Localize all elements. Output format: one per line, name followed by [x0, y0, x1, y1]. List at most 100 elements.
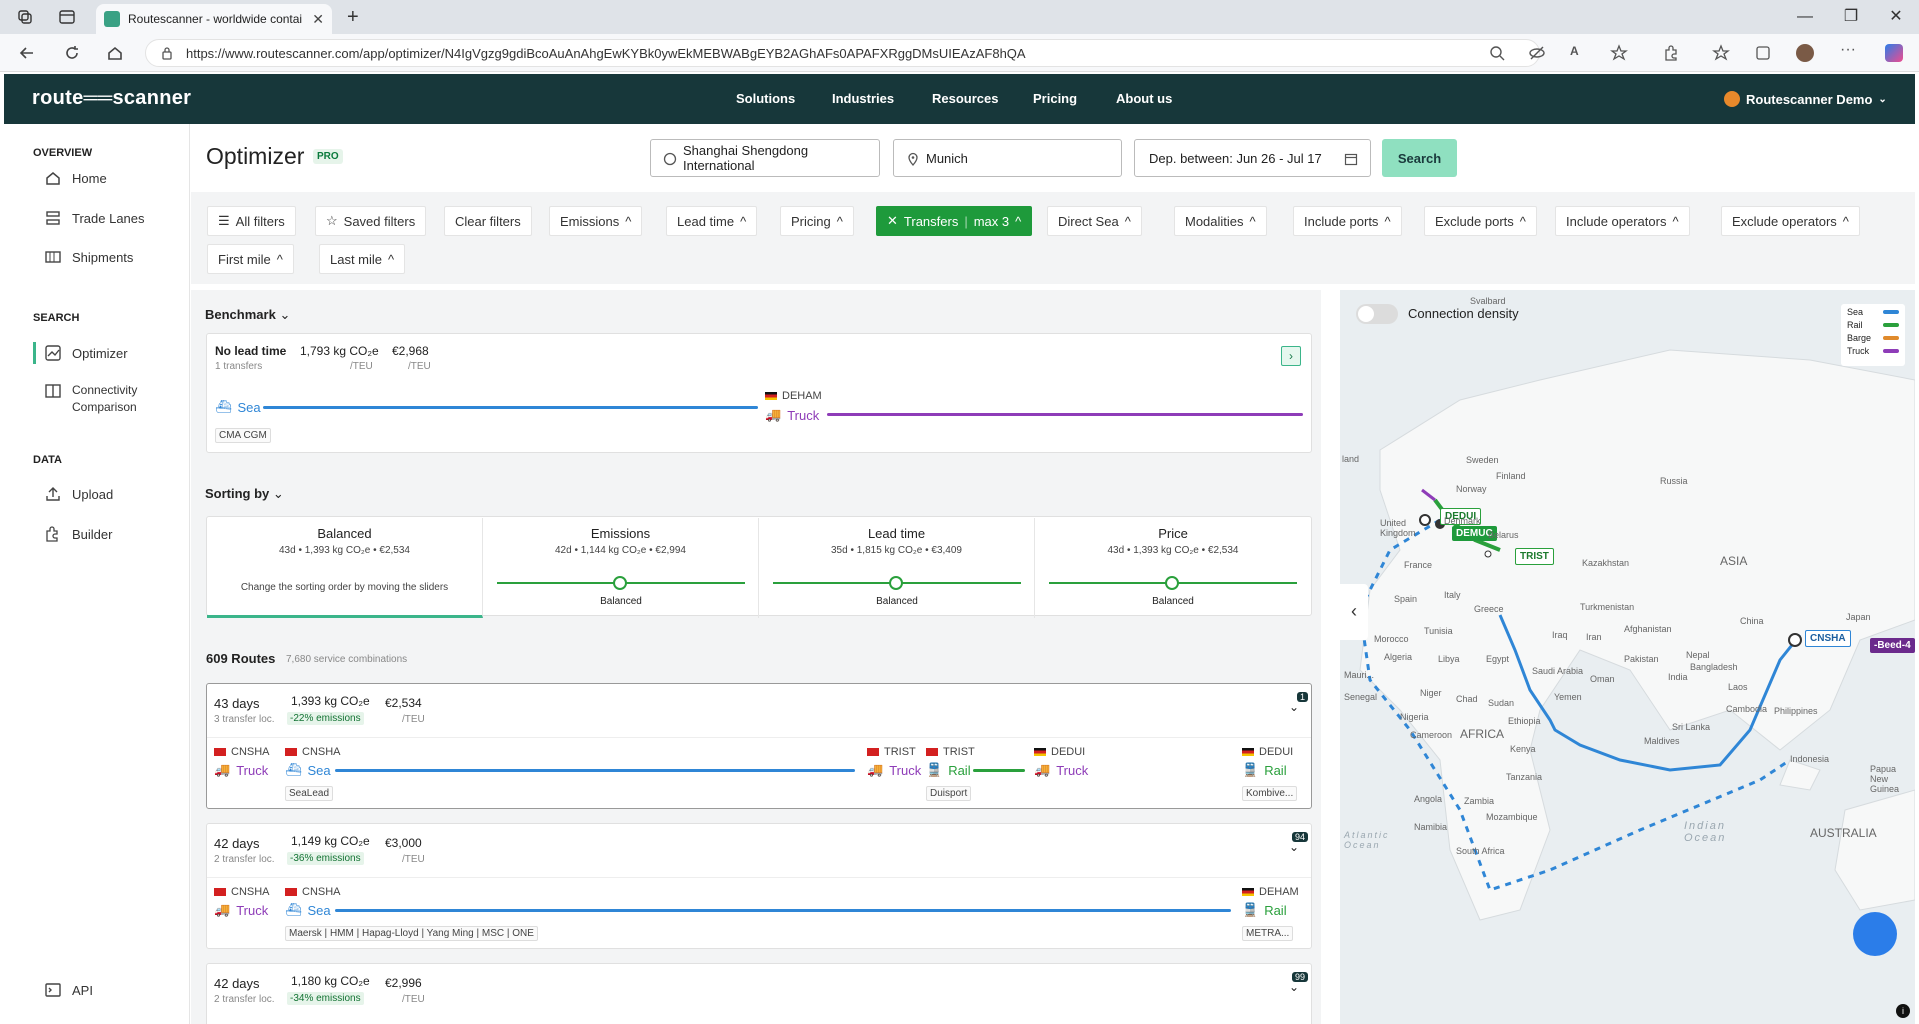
home-icon[interactable] [106, 44, 124, 62]
tracking-prevention-icon[interactable] [1528, 44, 1546, 62]
nav-pricing[interactable]: Pricing [1033, 91, 1077, 106]
saved-filters-button[interactable]: ☆ Saved filters [315, 206, 427, 236]
truck-icon: 🚚 [214, 902, 231, 917]
slider-handle[interactable] [889, 576, 903, 590]
benchmark-card[interactable]: No lead time 1 transfers 1,793 kg CO₂e /… [206, 333, 1312, 453]
chevron-down-icon[interactable]: ⌄ [1289, 980, 1299, 994]
sidebar-item-optimizer[interactable]: Optimizer [44, 344, 128, 362]
route-card[interactable]: 43 days 3 transfer loc. 1,393 kg CO₂e -2… [206, 683, 1312, 809]
include-ports-filter[interactable]: Include ports ^ [1293, 206, 1402, 236]
sidebar-item-builder[interactable]: Builder [44, 525, 112, 543]
leg-mode: Rail [1264, 762, 1287, 778]
routes-count: 609 Routes [206, 651, 276, 666]
nav-about-us[interactable]: About us [1116, 91, 1172, 106]
pin-cnsha[interactable]: CNSHA [1805, 630, 1851, 647]
restore-icon[interactable]: ❐ [1842, 8, 1860, 26]
sidebar-item-connectivity-comparison[interactable]: Connectivity Comparison [44, 382, 154, 416]
map-label: Bangladesh [1690, 662, 1738, 672]
truck-icon: 🚚 [867, 762, 884, 777]
chevron-down-icon[interactable]: ⌄ [1289, 840, 1299, 854]
connection-density-toggle[interactable] [1356, 304, 1398, 324]
sort-balanced[interactable]: Balanced 43d • 1,393 kg CO₂e • €2,534 Ch… [207, 518, 483, 618]
chevron-down-icon[interactable]: ⌄ [1289, 700, 1299, 714]
map-label: Nigeria [1400, 712, 1429, 722]
collapse-map-chevron-icon[interactable]: ‹ [1340, 584, 1368, 640]
sidebar-item-shipments[interactable]: Shipments [44, 248, 133, 266]
sidebar-item-home[interactable]: Home [44, 169, 107, 187]
route-card[interactable]: 42 days 2 transfer loc. 1,180 kg CO₂e -3… [206, 963, 1312, 1024]
sort-emissions[interactable]: Emissions 42d • 1,144 kg CO₂e • €2,994 B… [483, 518, 759, 618]
pricing-filter[interactable]: Pricing ^ [780, 206, 854, 236]
map-label: Zambia [1464, 796, 1495, 806]
exclude-ports-filter[interactable]: Exclude ports ^ [1424, 206, 1537, 236]
nav-resources[interactable]: Resources [932, 91, 998, 106]
sidebar-section-search: SEARCH [33, 312, 80, 324]
date-range-input[interactable]: Dep. between: Jun 26 - Jul 17 [1134, 139, 1371, 177]
legend-truck: Truck [1847, 346, 1870, 356]
route-card[interactable]: 42 days 2 transfer loc. 1,149 kg CO₂e -3… [206, 823, 1312, 949]
emissions-filter[interactable]: Emissions ^ [549, 206, 643, 236]
back-icon[interactable] [18, 44, 36, 62]
map-label: Sudan [1488, 698, 1515, 708]
zoom-icon[interactable] [1488, 44, 1506, 62]
search-button[interactable]: Search [1382, 139, 1457, 177]
first-mile-filter-label: First mile [218, 251, 271, 267]
slider-handle[interactable] [613, 576, 627, 590]
last-mile-filter[interactable]: Last mile ^ [319, 244, 406, 274]
transfers-filter-active[interactable]: ✕ Transfers | max 3 ^ [876, 206, 1033, 236]
url-field[interactable]: https://www.routescanner.com/app/optimiz… [145, 39, 1540, 67]
benchmark-toggle[interactable]: Benchmark ⌄ [205, 307, 290, 323]
copilot-icon[interactable] [1885, 44, 1903, 62]
slider-handle[interactable] [1165, 576, 1179, 590]
sidebar-item-trade-lanes[interactable]: Trade Lanes [44, 209, 145, 227]
origin-input[interactable]: Shanghai Shengdong International [650, 139, 880, 177]
benchmark-truck-leg: 🚚 Truck [765, 407, 819, 423]
all-filters-button[interactable]: ☰ All filters [207, 206, 296, 236]
collections-icon[interactable] [1754, 44, 1772, 62]
modalities-filter[interactable]: Modalities ^ [1174, 206, 1267, 236]
nav-solutions[interactable]: Solutions [736, 91, 795, 106]
extensions-icon[interactable] [1662, 44, 1680, 62]
destination-input[interactable]: Munich [893, 139, 1122, 177]
comparison-icon [44, 382, 62, 400]
refresh-icon[interactable] [63, 44, 81, 62]
first-mile-filter[interactable]: First mile ^ [207, 244, 294, 274]
leg-rail: 🚆 Rail [1242, 902, 1287, 918]
include-operators-filter[interactable]: Include operators ^ [1555, 206, 1690, 236]
browser-tab-active[interactable]: Routescanner - worldwide contai ✕ [96, 4, 332, 34]
exclude-operators-filter[interactable]: Exclude operators ^ [1721, 206, 1860, 236]
minimize-icon[interactable]: — [1796, 8, 1814, 26]
sort-lead-time[interactable]: Lead time 35d • 1,815 kg CO₂e • €3,409 B… [759, 518, 1035, 618]
route-map[interactable]: Connection density Sea Rail Barge Truck … [1340, 290, 1915, 1024]
tab-actions-icon[interactable] [58, 8, 76, 26]
map-label: Tanzania [1506, 772, 1543, 782]
map-label: South Africa [1456, 846, 1505, 856]
more-menu-icon[interactable]: ··· [1840, 42, 1858, 62]
lead-time-filter[interactable]: Lead time ^ [666, 206, 758, 236]
expand-arrow-icon[interactable]: › [1281, 346, 1301, 366]
chat-support-icon[interactable] [1853, 912, 1897, 956]
sidebar-item-api[interactable]: API [44, 981, 93, 999]
sidebar-item-upload[interactable]: Upload [44, 485, 113, 503]
user-menu[interactable]: Routescanner Demo ⌄ [1724, 91, 1887, 107]
leg-truck: 🚚 Truck [214, 902, 268, 918]
routescanner-logo[interactable]: route══scanner [32, 87, 191, 110]
optimizer-chart-icon [44, 344, 62, 362]
workspaces-icon[interactable] [16, 8, 34, 26]
sort-price[interactable]: Price 43d • 1,393 kg CO₂e • €2,534 Balan… [1035, 518, 1311, 618]
favorite-star-icon[interactable] [1610, 44, 1628, 62]
pin-trist[interactable]: TRIST [1515, 548, 1554, 565]
close-icon[interactable]: ✕ [887, 213, 898, 229]
info-icon[interactable]: i [1896, 1004, 1910, 1018]
close-window-icon[interactable]: ✕ [1887, 8, 1905, 26]
sorting-toggle[interactable]: Sorting by ⌄ [205, 486, 284, 502]
nav-industries[interactable]: Industries [832, 91, 894, 106]
favorites-icon[interactable] [1712, 44, 1730, 62]
read-aloud-icon[interactable]: A [1570, 44, 1588, 62]
clear-filters-button[interactable]: Clear filters [444, 206, 532, 236]
close-tab-icon[interactable]: ✕ [312, 11, 324, 28]
profile-avatar[interactable] [1796, 44, 1814, 62]
direct-sea-filter[interactable]: Direct Sea ^ [1047, 206, 1142, 236]
lock-icon[interactable] [160, 46, 174, 60]
new-tab-icon[interactable]: + [347, 7, 365, 27]
